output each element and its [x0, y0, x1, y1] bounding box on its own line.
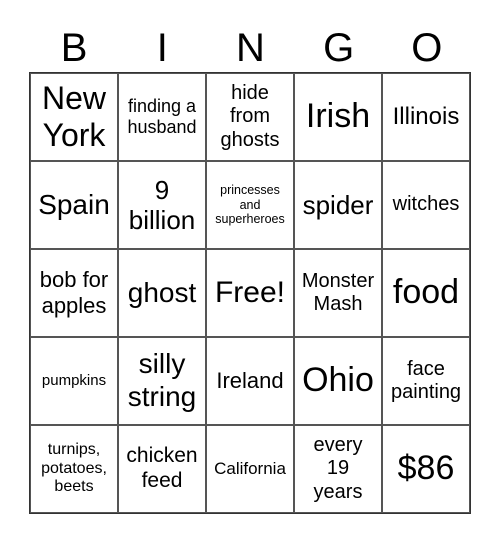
bingo-cell[interactable]: 9 billion [118, 161, 206, 249]
bingo-cell-text: $86 [397, 449, 455, 488]
bingo-cell-text: Monster Mash [301, 269, 375, 315]
bingo-cell[interactable]: hide from ghosts [206, 73, 294, 161]
header-letter-g: G [323, 26, 355, 70]
header-letter-i: I [156, 26, 168, 70]
bingo-cell-text: finding a husband [127, 95, 197, 137]
bingo-cell-text: every 19 years [313, 433, 363, 503]
bingo-cell[interactable]: spider [294, 161, 382, 249]
bingo-cell[interactable]: finding a husband [118, 73, 206, 161]
bingo-cell-text: 9 billion [128, 174, 196, 235]
bingo-cell-text: witches [392, 193, 460, 216]
bingo-cell-text: food [392, 273, 460, 312]
bingo-cell-text: ghost [127, 276, 197, 308]
bingo-cell[interactable]: face painting [382, 337, 470, 425]
bingo-cell-text: Illinois [392, 102, 460, 130]
bingo-cell[interactable]: New York [30, 73, 118, 161]
bingo-cell-text: New York [41, 79, 106, 153]
bingo-cell-text: silly string [127, 348, 197, 412]
bingo-cell-text: Ohio [302, 361, 374, 400]
bingo-cell[interactable]: pumpkins [30, 337, 118, 425]
bingo-cell-text: princesses and superheroes [215, 183, 285, 227]
bingo-cell[interactable]: princesses and superheroes [206, 161, 294, 249]
bingo-cell[interactable]: food [382, 249, 470, 337]
bingo-cell-text: bob for apples [39, 267, 109, 318]
bingo-cell[interactable]: Free! [206, 249, 294, 337]
bingo-cell-text: face painting [391, 357, 462, 403]
header-letter-o: O [411, 26, 443, 70]
header-letter-n: N [236, 26, 265, 70]
bingo-cell-text: hide from ghosts [220, 81, 280, 151]
bingo-cell[interactable]: Ireland [206, 337, 294, 425]
bingo-grid: New York finding a husband hide from ghost… [29, 72, 471, 514]
bingo-cell-text: Free! [214, 276, 286, 310]
bingo-cell[interactable]: turnips, potatoes, beets [30, 425, 118, 513]
bingo-cell[interactable]: Ohio [294, 337, 382, 425]
header-letter-b: B [60, 26, 88, 70]
bingo-cell[interactable]: silly string [118, 337, 206, 425]
bingo-cell-text: chicken feed [126, 444, 198, 492]
bingo-cell-text: turnips, potatoes, beets [41, 440, 107, 496]
bingo-cell[interactable]: witches [382, 161, 470, 249]
bingo-cell[interactable]: $86 [382, 425, 470, 513]
bingo-cell[interactable]: California [206, 425, 294, 513]
bingo-cell[interactable]: Spain [30, 161, 118, 249]
bingo-cell[interactable]: Illinois [382, 73, 470, 161]
bingo-cell[interactable]: every 19 years [294, 425, 382, 513]
bingo-cell-text: Spain [38, 188, 110, 220]
bingo-cell-text: Irish [305, 97, 371, 136]
bingo-cell-text: pumpkins [41, 372, 107, 390]
bingo-cell[interactable]: chicken feed [118, 425, 206, 513]
bingo-cell[interactable]: Irish [294, 73, 382, 161]
bingo-cell-text: California [214, 459, 286, 479]
bingo-cell-text: Ireland [216, 368, 284, 394]
bingo-cell-text: spider [302, 189, 374, 220]
bingo-cell[interactable]: ghost [118, 249, 206, 337]
bingo-cell[interactable]: Monster Mash [294, 249, 382, 337]
bingo-cell[interactable]: bob for apples [30, 249, 118, 337]
bingo-header: B I N G O [30, 22, 471, 74]
